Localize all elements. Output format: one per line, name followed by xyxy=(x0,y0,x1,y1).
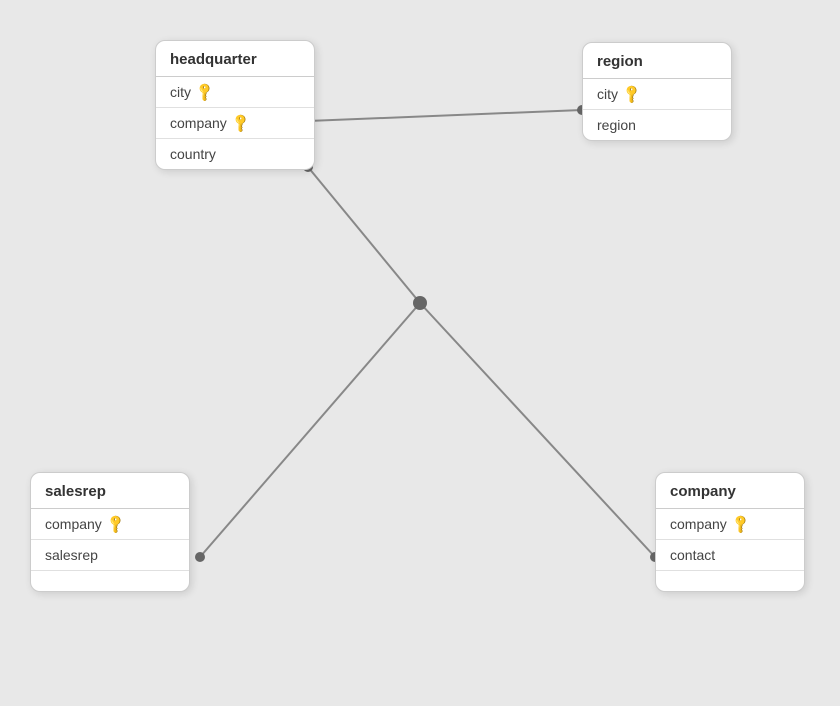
company-company-field: company 🔑 xyxy=(656,509,804,540)
headquarter-company-field: company 🔑 xyxy=(156,108,314,139)
headquarter-country-label: country xyxy=(170,146,216,162)
key-icon-company: 🔑 xyxy=(230,112,253,135)
salesrep-empty-field xyxy=(31,571,189,591)
region-region-field: region xyxy=(583,110,731,140)
company-company-label: company xyxy=(670,516,727,532)
region-city-field: city 🔑 xyxy=(583,79,731,110)
salesrep-company-label: company xyxy=(45,516,102,532)
salesrep-company-field: company 🔑 xyxy=(31,509,189,540)
region-title: region xyxy=(583,43,731,79)
company-card: company company 🔑 contact xyxy=(655,472,805,592)
salesrep-salesrep-field: salesrep xyxy=(31,540,189,571)
headquarter-city-field: city 🔑 xyxy=(156,77,314,108)
key-icon-city: 🔑 xyxy=(194,81,217,104)
region-city-label: city xyxy=(597,86,618,102)
region-card: region city 🔑 region xyxy=(582,42,732,141)
headquarter-city-label: city xyxy=(170,84,191,100)
salesrep-salesrep-label: salesrep xyxy=(45,547,98,563)
region-region-label: region xyxy=(597,117,636,133)
salesrep-title: salesrep xyxy=(31,473,189,509)
key-icon-company-company: 🔑 xyxy=(730,513,753,536)
headquarter-company-label: company xyxy=(170,115,227,131)
company-title: company xyxy=(656,473,804,509)
headquarter-title: headquarter xyxy=(156,41,314,77)
headquarter-country-field: country xyxy=(156,139,314,169)
company-empty-field xyxy=(656,571,804,591)
company-contact-field: contact xyxy=(656,540,804,571)
key-icon-salesrep-company: 🔑 xyxy=(105,513,128,536)
headquarter-card: headquarter city 🔑 company 🔑 country xyxy=(155,40,315,170)
company-contact-label: contact xyxy=(670,547,715,563)
salesrep-card: salesrep company 🔑 salesrep xyxy=(30,472,190,592)
key-icon-region-city: 🔑 xyxy=(621,83,644,106)
